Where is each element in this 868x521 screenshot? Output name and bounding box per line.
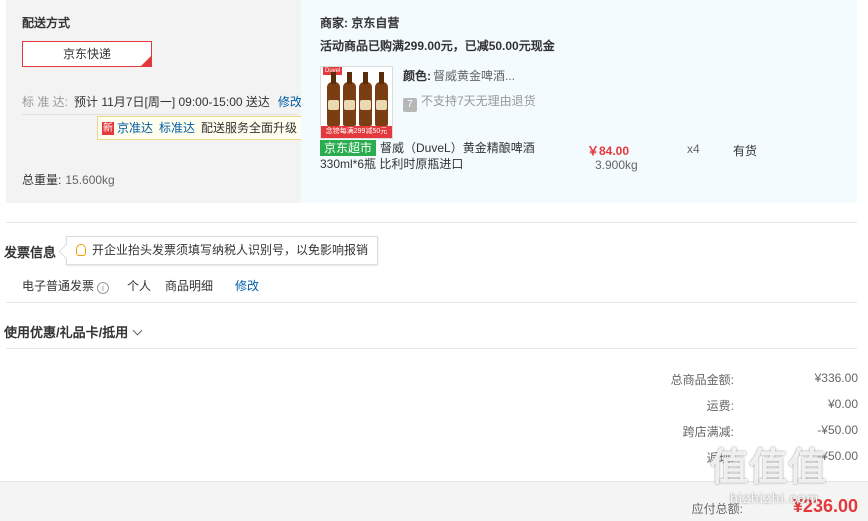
product-weight: 3.900kg	[595, 158, 638, 172]
seller-row: 商家: 京东自营	[320, 14, 399, 31]
invoice-edit-link[interactable]: 修改	[235, 279, 259, 293]
product-price: ￥84.00	[587, 144, 630, 158]
promo-text: 活动商品已购满299.00元，已减50.00元现金	[320, 39, 555, 53]
lightbulb-icon	[76, 244, 86, 256]
delivery-divider	[22, 114, 298, 115]
total-row-shipping: 运费: ¥0.00	[558, 397, 858, 413]
color-value: 督威黄金啤酒...	[433, 69, 516, 83]
weight-value: 15.600kg	[65, 173, 115, 187]
invoice-type: 电子普通发票	[22, 279, 95, 293]
section-divider	[6, 222, 857, 223]
total-label: 运费:	[706, 399, 734, 413]
thumb-promo-strip: 念镑每满299减50元	[321, 126, 392, 138]
delivery-method-button[interactable]: 京东快递	[22, 41, 152, 67]
chevron-down-icon	[132, 325, 143, 336]
seller-label: 商家:	[320, 16, 348, 30]
delivery-edit-link[interactable]: 修改	[278, 95, 302, 109]
std-value: 预计 11月7日[周一] 09:00-15:00 送达	[74, 95, 270, 109]
product-panel: 商家: 京东自营 活动商品已购满299.00元，已减50.00元现金 Duvel…	[301, 0, 857, 203]
section-divider	[6, 348, 857, 349]
selected-corner-icon	[141, 56, 151, 66]
total-value: ¥336.00	[814, 371, 858, 385]
bottle-image	[375, 72, 388, 126]
seller-name: 京东自营	[351, 16, 400, 30]
no-return-icon: 7	[403, 98, 417, 112]
bottle-image	[359, 72, 372, 126]
product-thumbnail[interactable]: Duvel 念镑每满299减50元	[320, 66, 393, 139]
supermarket-tag: 京东超市	[320, 140, 377, 156]
invoice-tip: 开企业抬头发票须填写纳税人识别号，以免影响报销	[66, 236, 379, 265]
stock-status: 有货	[733, 144, 758, 158]
delivery-panel: 配送方式 京东快递 标 准 达: 预计 11月7日[周一] 09:00-15:00…	[6, 0, 304, 203]
watermark-url: hizhizhi.com	[730, 490, 820, 506]
standard-delivery-row: 标 准 达: 预计 11月7日[周一] 09:00-15:00 送达 修改	[22, 93, 302, 110]
return-text: 不支持7天无理由退货	[421, 94, 536, 108]
total-row-goods: 总商品金额: ¥336.00	[558, 371, 858, 387]
delivery-title: 配送方式	[22, 16, 71, 30]
product-quantity: x4	[687, 142, 700, 156]
color-attr-row: 颜色: 督威黄金啤酒...	[403, 67, 515, 84]
weight-label: 总重量:	[22, 173, 62, 187]
invoice-info-row: 电子普通发票 i 个人 商品明细 修改	[22, 277, 273, 294]
color-label: 颜色:	[403, 69, 431, 83]
invoice-title: 发票信息	[4, 245, 57, 260]
total-value: -¥50.00	[817, 423, 858, 437]
info-icon[interactable]: i	[97, 282, 110, 294]
watermark-logo: 值值值	[710, 447, 828, 489]
product-name[interactable]: 京东超市 督威（DuveL）黄金精酿啤酒330ml*6瓶 比利时原瓶进口	[320, 140, 540, 172]
invoice-owner: 个人	[127, 279, 152, 293]
invoice-content: 商品明细	[165, 279, 214, 293]
total-label: 总商品金额:	[670, 373, 734, 387]
bottle-image	[343, 72, 356, 126]
bottle-image	[327, 72, 340, 126]
coupon-toggle[interactable]: 使用优惠/礼品卡/抵用	[4, 322, 143, 341]
std-label: 标 准 达:	[22, 95, 69, 109]
jzd-link[interactable]: 京准达	[117, 121, 153, 135]
jzd-text: 配送服务全面升级	[201, 121, 298, 135]
invoice-tip-text: 开企业抬头发票须填写纳税人识别号，以免影响报销	[92, 243, 369, 257]
jzd-upgrade-tip: 新京准达 标准达 配送服务全面升级	[97, 116, 304, 140]
return-policy-row: 7 不支持7天无理由退货	[403, 92, 536, 112]
bzd-link[interactable]: 标准达	[159, 121, 195, 135]
delivery-method-label: 京东快递	[62, 47, 111, 61]
new-badge-icon: 新	[102, 122, 114, 135]
coupon-title: 使用优惠/礼品卡/抵用	[4, 325, 129, 340]
total-value: ¥0.00	[827, 397, 858, 411]
total-weight-row: 总重量: 15.600kg	[22, 171, 115, 188]
section-divider	[6, 302, 857, 303]
